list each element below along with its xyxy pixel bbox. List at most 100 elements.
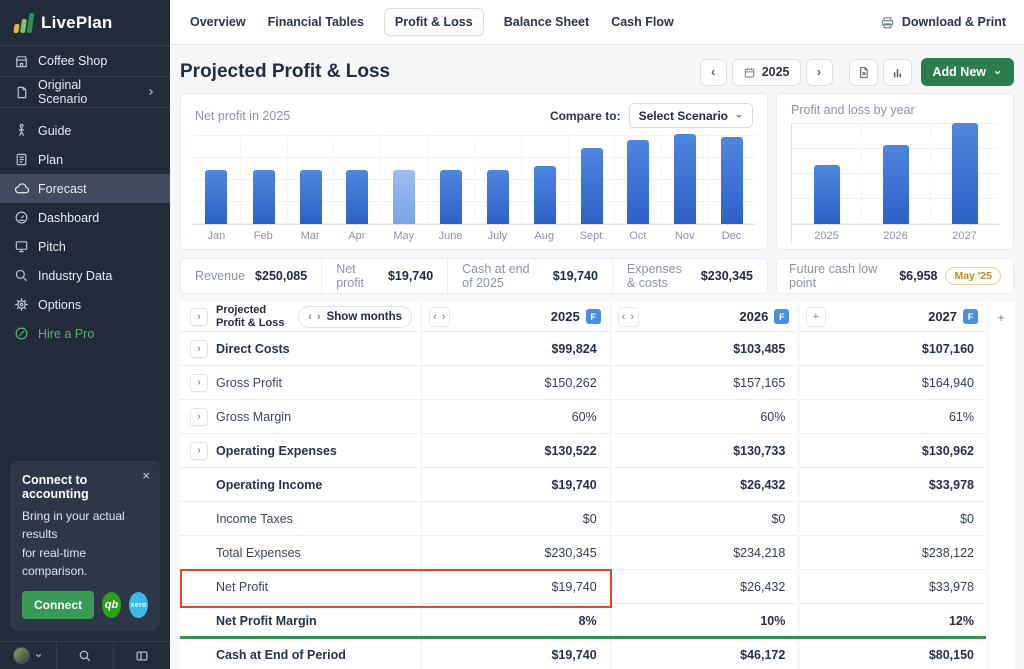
value-cell-2025[interactable]: 60% [423, 400, 609, 434]
value-cell-2026[interactable]: $46,172 [612, 638, 798, 669]
row-label: Cash at End of Period [216, 648, 346, 662]
stat-expenses-costs[interactable]: Expenses & costs $230,345 [612, 259, 767, 293]
value-cell-2026[interactable]: $0 [612, 502, 798, 536]
stat-revenue[interactable]: Revenue $250,085 [181, 259, 321, 293]
expand-year-icon[interactable]: ‹ › [618, 307, 639, 327]
download-print-button[interactable]: Download & Print [880, 15, 1006, 30]
bar-apr[interactable] [346, 170, 368, 224]
expand-row-icon[interactable]: › [190, 374, 208, 392]
value-cell-2027[interactable]: $130,962 [800, 434, 986, 468]
bar-aug[interactable] [534, 166, 556, 225]
nav-label: Hire a Pro [38, 327, 94, 341]
bar-2026[interactable] [883, 145, 909, 224]
value-cell-2025[interactable]: $130,522 [423, 434, 609, 468]
x-axis-label: Apr [348, 225, 365, 243]
forecast-badge[interactable]: F [774, 309, 789, 324]
table-row-operating-expenses: ›Operating Expenses$130,522$130,733$130,… [180, 434, 986, 468]
bar-jan[interactable] [205, 170, 227, 224]
stat-cash-at-end[interactable]: Cash at end of 2025 $19,740 [447, 259, 612, 293]
future-cash-low-card[interactable]: Future cash low point $6,958 May '25 [776, 258, 1014, 294]
value-cell-2026[interactable]: $157,165 [612, 366, 798, 400]
value-cell-2027[interactable]: $0 [800, 502, 986, 536]
value-cell-2026[interactable]: $234,218 [612, 536, 798, 570]
bar-june[interactable] [440, 170, 462, 224]
scenario-select[interactable]: Select Scenario [629, 103, 753, 128]
expand-row-icon[interactable]: › [190, 408, 208, 426]
value-cell-2025[interactable]: $19,740 [423, 570, 609, 604]
add-new-button[interactable]: Add New [921, 58, 1014, 86]
forecast-badge[interactable]: F [586, 309, 601, 324]
value-cell-2025[interactable]: 8% [423, 604, 609, 638]
tab-overview[interactable]: Overview [188, 9, 248, 35]
value-cell-2027[interactable]: 61% [800, 400, 986, 434]
value-cell-2026[interactable]: 10% [612, 604, 798, 638]
value-cell-2026[interactable]: 60% [612, 400, 798, 434]
next-year-button[interactable]: › [806, 59, 833, 86]
bar-oct[interactable] [627, 140, 649, 224]
sidebar-item-company[interactable]: Coffee Shop [0, 46, 170, 77]
add-year-icon[interactable]: + [806, 307, 826, 327]
cell-value: $0 [960, 512, 974, 526]
value-cell-2027[interactable]: $80,150 [800, 638, 986, 669]
close-icon[interactable]: × [142, 469, 150, 482]
sidebar-item-industry-data[interactable]: Industry Data [0, 261, 170, 290]
value-cell-2027[interactable]: $164,940 [800, 366, 986, 400]
sidebar-item-plan[interactable]: Plan [0, 145, 170, 174]
value-cell-2027[interactable]: $33,978 [800, 468, 986, 502]
value-cell-2027[interactable]: $33,978 [800, 570, 986, 604]
expand-row-icon[interactable]: › [190, 442, 208, 460]
sidebar-item-guide[interactable]: Guide [0, 116, 170, 145]
export-document-button[interactable] [849, 59, 878, 86]
prev-year-button[interactable]: ‹ [700, 59, 727, 86]
value-cell-2025[interactable]: $19,740 [423, 468, 609, 502]
stat-net-profit[interactable]: Net profit $19,740 [321, 259, 447, 293]
value-cell-2025[interactable]: $19,740 [423, 638, 609, 669]
year-selector[interactable]: 2025 [732, 59, 801, 86]
bar-2027[interactable] [952, 123, 978, 224]
sidebar-item-options[interactable]: Options [0, 290, 170, 319]
expand-year-icon[interactable]: ‹ › [429, 307, 450, 327]
value-cell-2027[interactable]: $238,122 [800, 536, 986, 570]
value-cell-2026[interactable]: $26,432 [612, 570, 798, 604]
search-button[interactable] [56, 642, 113, 669]
value-cell-2026[interactable]: $103,485 [612, 332, 798, 366]
value-cell-2025[interactable]: $0 [423, 502, 609, 536]
value-cell-2027[interactable]: $107,160 [800, 332, 986, 366]
show-months-button[interactable]: ‹ › Show months [298, 306, 412, 328]
forecast-badge[interactable]: F [963, 309, 978, 324]
sidebar-item-hire-a-pro[interactable]: Hire a Pro [0, 319, 170, 348]
quickbooks-icon[interactable]: qb [102, 592, 121, 618]
tab-profit-and-loss[interactable]: Profit & Loss [384, 8, 484, 36]
value-cell-2025[interactable]: $99,824 [423, 332, 609, 366]
scenario-file-icon [14, 85, 29, 100]
add-column-button[interactable]: + [992, 307, 1012, 327]
value-cell-2027[interactable]: 12% [800, 604, 986, 638]
bar-sept[interactable] [581, 148, 603, 225]
expand-row-icon[interactable]: › [190, 340, 208, 358]
sidebar-item-dashboard[interactable]: Dashboard [0, 203, 170, 232]
sidebar-item-pitch[interactable]: Pitch [0, 232, 170, 261]
bar-dec[interactable] [721, 137, 743, 224]
sidebar-item-forecast[interactable]: Forecast [0, 174, 170, 203]
tab-financial-tables[interactable]: Financial Tables [266, 9, 366, 35]
sidebar-item-scenario[interactable]: Original Scenario [0, 77, 170, 108]
expand-table-icon[interactable]: › [190, 308, 208, 326]
xero-icon[interactable]: xero [129, 592, 148, 618]
bar-nov[interactable] [674, 134, 696, 224]
value-cell-2025[interactable]: $150,262 [423, 366, 609, 400]
user-menu[interactable] [0, 642, 56, 669]
bar-may[interactable] [393, 170, 415, 224]
content: Projected Profit & Loss ‹ 2025 › [170, 45, 1024, 669]
bar-feb[interactable] [253, 170, 275, 224]
bar-mar[interactable] [300, 170, 322, 224]
value-cell-2025[interactable]: $230,345 [423, 536, 609, 570]
tab-balance-sheet[interactable]: Balance Sheet [502, 9, 591, 35]
tab-cash-flow[interactable]: Cash Flow [609, 9, 676, 35]
value-cell-2026[interactable]: $130,733 [612, 434, 798, 468]
connect-button[interactable]: Connect [22, 591, 94, 619]
value-cell-2026[interactable]: $26,432 [612, 468, 798, 502]
bar-2025[interactable] [814, 165, 840, 224]
collapse-sidebar-button[interactable] [113, 642, 170, 669]
bar-july[interactable] [487, 170, 509, 224]
chart-view-button[interactable] [883, 59, 912, 86]
